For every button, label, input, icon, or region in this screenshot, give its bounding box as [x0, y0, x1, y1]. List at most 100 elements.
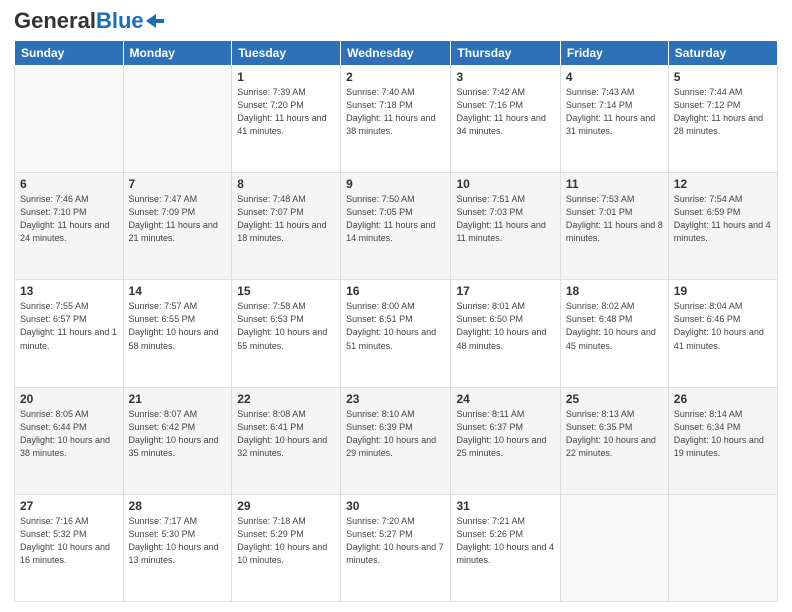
calendar-cell: 25 Sunrise: 8:13 AMSunset: 6:35 PMDayligh… — [560, 387, 668, 494]
calendar-cell: 9 Sunrise: 7:50 AMSunset: 7:05 PMDaylight… — [341, 173, 451, 280]
calendar-cell: 22 Sunrise: 8:08 AMSunset: 6:41 PMDayligh… — [232, 387, 341, 494]
logo-general: General — [14, 8, 96, 33]
calendar-cell: 27Sunrise: 7:16 AMSunset: 5:32 PMDayligh… — [15, 494, 124, 601]
day-number: 6 — [20, 177, 118, 191]
day-number: 16 — [346, 284, 445, 298]
calendar-header-monday: Monday — [123, 41, 232, 66]
day-info: Sunrise: 7:16 AMSunset: 5:32 PMDaylight:… — [20, 515, 118, 567]
day-info: Sunrise: 7:58 AMSunset: 6:53 PMDaylight:… — [237, 300, 335, 352]
calendar-week-row: 1 Sunrise: 7:39 AMSunset: 7:20 PMDaylight… — [15, 66, 778, 173]
day-info: Sunrise: 7:57 AMSunset: 6:55 PMDaylight:… — [129, 300, 227, 352]
calendar-header-row: SundayMondayTuesdayWednesdayThursdayFrid… — [15, 41, 778, 66]
calendar-cell: 16 Sunrise: 8:00 AMSunset: 6:51 PMDayligh… — [341, 280, 451, 387]
day-info: Sunrise: 7:54 AMSunset: 6:59 PMDaylight:… — [674, 193, 772, 245]
calendar-cell — [123, 66, 232, 173]
day-number: 9 — [346, 177, 445, 191]
day-number: 25 — [566, 392, 663, 406]
day-number: 31 — [456, 499, 554, 513]
day-number: 11 — [566, 177, 663, 191]
calendar-cell: 26 Sunrise: 8:14 AMSunset: 6:34 PMDayligh… — [668, 387, 777, 494]
calendar-cell — [15, 66, 124, 173]
logo-blue: Blue — [96, 8, 144, 33]
calendar-cell: 21Sunrise: 8:07 AMSunset: 6:42 PMDayligh… — [123, 387, 232, 494]
calendar-cell: 10Sunrise: 7:51 AMSunset: 7:03 PMDayligh… — [451, 173, 560, 280]
day-info: Sunrise: 7:53 AMSunset: 7:01 PMDaylight:… — [566, 193, 663, 245]
day-info: Sunrise: 7:43 AMSunset: 7:14 PMDaylight:… — [566, 86, 663, 138]
calendar-cell: 15 Sunrise: 7:58 AMSunset: 6:53 PMDayligh… — [232, 280, 341, 387]
logo-text: GeneralBlue — [14, 10, 144, 32]
day-number: 12 — [674, 177, 772, 191]
calendar-cell: 23 Sunrise: 8:10 AMSunset: 6:39 PMDayligh… — [341, 387, 451, 494]
calendar-cell — [560, 494, 668, 601]
day-number: 14 — [129, 284, 227, 298]
day-number: 29 — [237, 499, 335, 513]
day-info: Sunrise: 7:20 AMSunset: 5:27 PMDaylight:… — [346, 515, 445, 567]
day-info: Sunrise: 8:05 AMSunset: 6:44 PMDaylight:… — [20, 408, 118, 460]
header: GeneralBlue — [14, 10, 778, 32]
day-info: Sunrise: 8:10 AMSunset: 6:39 PMDaylight:… — [346, 408, 445, 460]
calendar-table: SundayMondayTuesdayWednesdayThursdayFrid… — [14, 40, 778, 602]
calendar-cell: 18 Sunrise: 8:02 AMSunset: 6:48 PMDayligh… — [560, 280, 668, 387]
calendar-header-tuesday: Tuesday — [232, 41, 341, 66]
day-number: 4 — [566, 70, 663, 84]
day-info: Sunrise: 7:40 AMSunset: 7:18 PMDaylight:… — [346, 86, 445, 138]
logo-icon — [146, 14, 164, 28]
day-number: 7 — [129, 177, 227, 191]
calendar-cell: 19 Sunrise: 8:04 AMSunset: 6:46 PMDayligh… — [668, 280, 777, 387]
day-number: 22 — [237, 392, 335, 406]
calendar-week-row: 6Sunrise: 7:46 AMSunset: 7:10 PMDaylight… — [15, 173, 778, 280]
day-number: 1 — [237, 70, 335, 84]
day-info: Sunrise: 8:08 AMSunset: 6:41 PMDaylight:… — [237, 408, 335, 460]
calendar-cell: 11 Sunrise: 7:53 AMSunset: 7:01 PMDayligh… — [560, 173, 668, 280]
day-info: Sunrise: 7:39 AMSunset: 7:20 PMDaylight:… — [237, 86, 335, 138]
calendar-cell: 2 Sunrise: 7:40 AMSunset: 7:18 PMDaylight… — [341, 66, 451, 173]
day-info: Sunrise: 7:17 AMSunset: 5:30 PMDaylight:… — [129, 515, 227, 567]
day-info: Sunrise: 7:42 AMSunset: 7:16 PMDaylight:… — [456, 86, 554, 138]
day-number: 28 — [129, 499, 227, 513]
day-number: 3 — [456, 70, 554, 84]
day-info: Sunrise: 7:50 AMSunset: 7:05 PMDaylight:… — [346, 193, 445, 245]
calendar-cell: 24 Sunrise: 8:11 AMSunset: 6:37 PMDayligh… — [451, 387, 560, 494]
day-number: 26 — [674, 392, 772, 406]
day-info: Sunrise: 7:51 AMSunset: 7:03 PMDaylight:… — [456, 193, 554, 245]
calendar-cell: 6Sunrise: 7:46 AMSunset: 7:10 PMDaylight… — [15, 173, 124, 280]
day-number: 17 — [456, 284, 554, 298]
day-number: 20 — [20, 392, 118, 406]
day-info: Sunrise: 8:11 AMSunset: 6:37 PMDaylight:… — [456, 408, 554, 460]
calendar-header-saturday: Saturday — [668, 41, 777, 66]
day-number: 30 — [346, 499, 445, 513]
calendar-cell: 31Sunrise: 7:21 AMSunset: 5:26 PMDayligh… — [451, 494, 560, 601]
calendar-cell: 14 Sunrise: 7:57 AMSunset: 6:55 PMDayligh… — [123, 280, 232, 387]
day-number: 15 — [237, 284, 335, 298]
day-info: Sunrise: 7:44 AMSunset: 7:12 PMDaylight:… — [674, 86, 772, 138]
calendar-cell: 1 Sunrise: 7:39 AMSunset: 7:20 PMDaylight… — [232, 66, 341, 173]
day-info: Sunrise: 7:55 AMSunset: 6:57 PMDaylight:… — [20, 300, 118, 352]
day-number: 8 — [237, 177, 335, 191]
day-info: Sunrise: 8:02 AMSunset: 6:48 PMDaylight:… — [566, 300, 663, 352]
day-info: Sunrise: 8:13 AMSunset: 6:35 PMDaylight:… — [566, 408, 663, 460]
calendar-cell: 30 Sunrise: 7:20 AMSunset: 5:27 PMDayligh… — [341, 494, 451, 601]
page: GeneralBlue SundayMondayTuesdayWednesday… — [0, 0, 792, 612]
day-number: 2 — [346, 70, 445, 84]
calendar-cell: 12 Sunrise: 7:54 AMSunset: 6:59 PMDayligh… — [668, 173, 777, 280]
day-number: 13 — [20, 284, 118, 298]
calendar-cell: 29 Sunrise: 7:18 AMSunset: 5:29 PMDayligh… — [232, 494, 341, 601]
day-number: 23 — [346, 392, 445, 406]
calendar-cell: 13 Sunrise: 7:55 AMSunset: 6:57 PMDayligh… — [15, 280, 124, 387]
day-info: Sunrise: 8:14 AMSunset: 6:34 PMDaylight:… — [674, 408, 772, 460]
day-info: Sunrise: 7:18 AMSunset: 5:29 PMDaylight:… — [237, 515, 335, 567]
calendar-cell: 7Sunrise: 7:47 AMSunset: 7:09 PMDaylight… — [123, 173, 232, 280]
calendar-cell: 3 Sunrise: 7:42 AMSunset: 7:16 PMDaylight… — [451, 66, 560, 173]
day-info: Sunrise: 8:00 AMSunset: 6:51 PMDaylight:… — [346, 300, 445, 352]
day-info: Sunrise: 7:48 AMSunset: 7:07 PMDaylight:… — [237, 193, 335, 245]
day-number: 18 — [566, 284, 663, 298]
calendar-week-row: 27Sunrise: 7:16 AMSunset: 5:32 PMDayligh… — [15, 494, 778, 601]
calendar-cell: 4 Sunrise: 7:43 AMSunset: 7:14 PMDaylight… — [560, 66, 668, 173]
calendar-cell — [668, 494, 777, 601]
calendar-cell: 28 Sunrise: 7:17 AMSunset: 5:30 PMDayligh… — [123, 494, 232, 601]
day-number: 19 — [674, 284, 772, 298]
day-number: 24 — [456, 392, 554, 406]
calendar-header-thursday: Thursday — [451, 41, 560, 66]
day-info: Sunrise: 8:04 AMSunset: 6:46 PMDaylight:… — [674, 300, 772, 352]
calendar-week-row: 20 Sunrise: 8:05 AMSunset: 6:44 PMDayligh… — [15, 387, 778, 494]
